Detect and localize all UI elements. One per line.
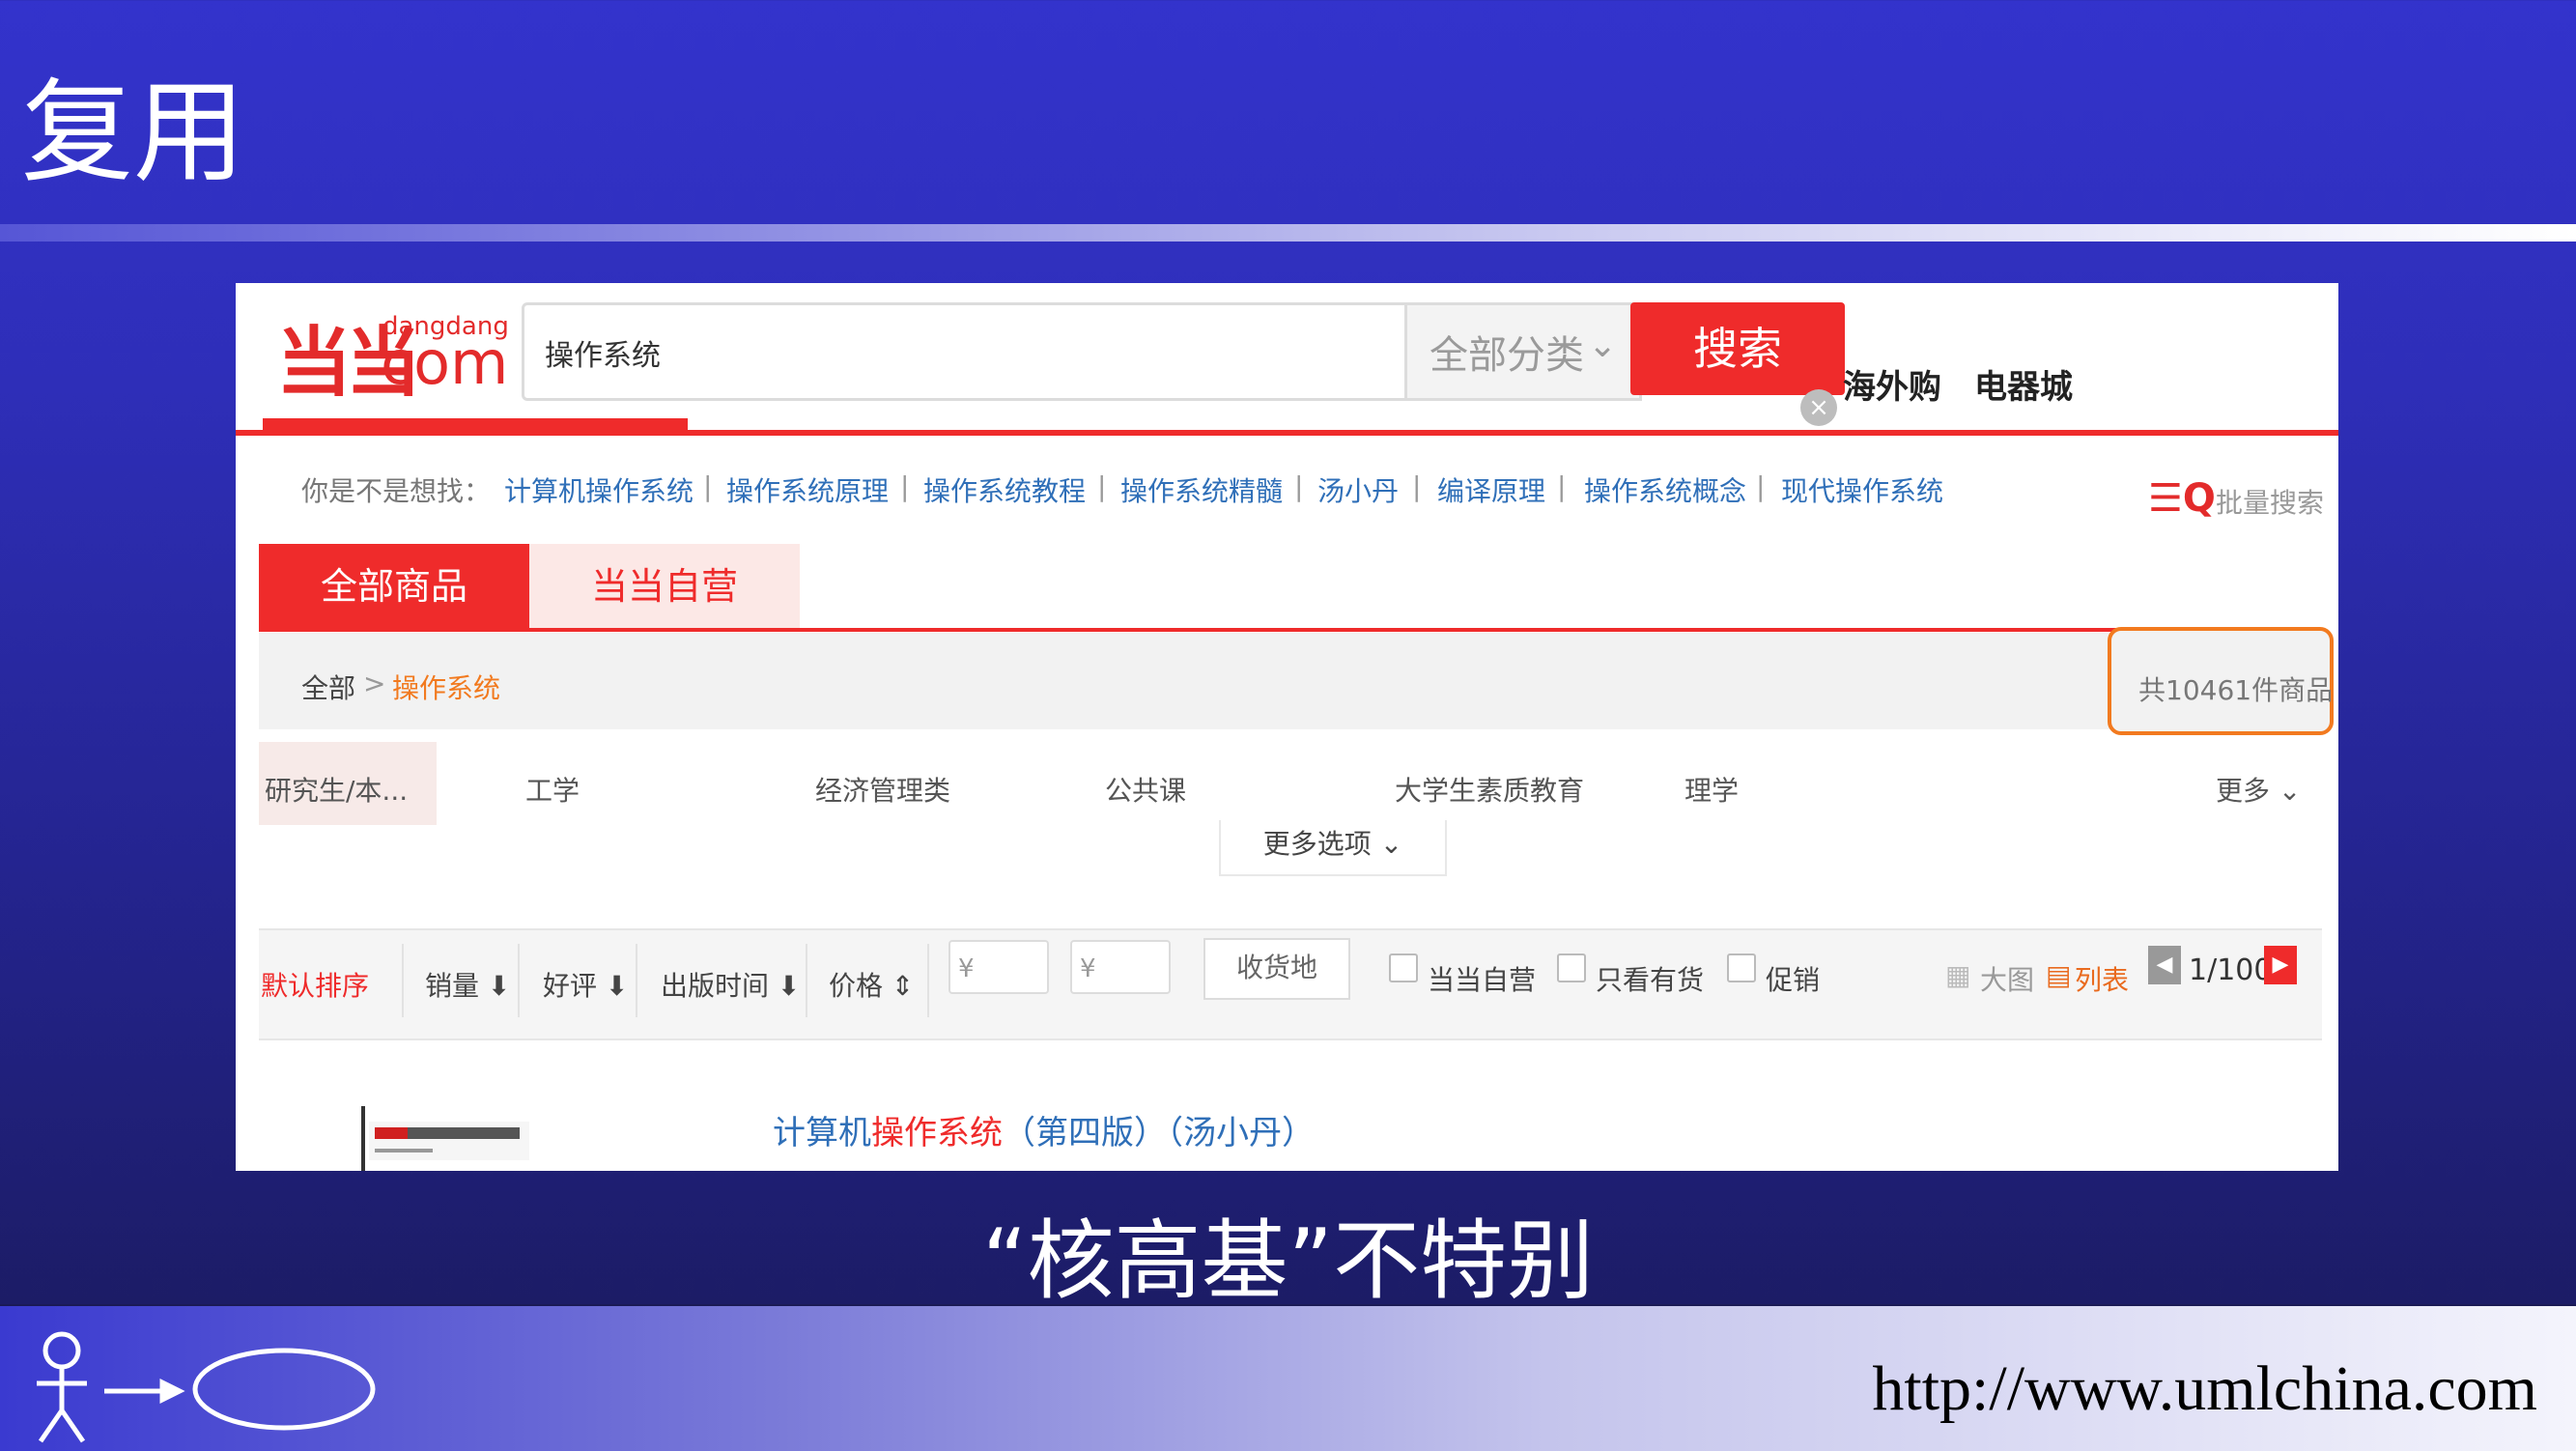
- tab-all-products[interactable]: 全部商品: [259, 544, 529, 629]
- more-options-label: 更多选项: [1262, 828, 1372, 860]
- facet-item[interactable]: 经济管理类: [815, 770, 950, 809]
- price-min-input[interactable]: ¥: [948, 940, 1049, 994]
- suggestion-separator: |: [900, 470, 910, 502]
- filter-promo-label: 促销: [1766, 964, 1821, 996]
- suggestion-lead: 你是不是想找：: [301, 475, 492, 507]
- sort-sales-label: 销量: [425, 970, 480, 1002]
- product-title-suffix: （第四版）（汤小丹）: [1003, 1114, 1315, 1152]
- facet-item[interactable]: 理学: [1684, 770, 1739, 809]
- sort-divider: [518, 944, 520, 1017]
- filter-in-stock-checkbox[interactable]: [1557, 953, 1586, 982]
- suggestion-separator: |: [1412, 470, 1422, 502]
- top-link-electronics[interactable]: 电器城: [1974, 360, 2073, 408]
- footer-url[interactable]: http://www.umlchina.com: [1872, 1352, 2537, 1426]
- suggestion-separator: |: [703, 470, 713, 502]
- title-divider: [0, 224, 2576, 242]
- tab-underline: [259, 628, 2322, 632]
- product-title-link[interactable]: 计算机操作系统（第四版）（汤小丹）: [773, 1106, 1315, 1153]
- sort-default[interactable]: 默认排序: [261, 965, 369, 1004]
- next-page-icon[interactable]: ▶: [2264, 946, 2297, 984]
- suggestion-link[interactable]: 编译原理: [1437, 470, 1545, 509]
- sort-rating-label: 好评: [543, 970, 598, 1002]
- grid-icon[interactable]: ▦: [1945, 959, 1970, 991]
- result-count: 共10461件商品: [2138, 674, 2334, 706]
- view-list-button[interactable]: 列表: [2075, 959, 2129, 998]
- suggestion-link[interactable]: 操作系统原理: [726, 470, 889, 509]
- filter-in-stock-label: 只看有货: [1596, 964, 1705, 996]
- close-icon[interactable]: ×: [1800, 389, 1837, 426]
- sort-rating[interactable]: 好评 ⬇: [543, 965, 628, 1004]
- view-big-button[interactable]: 大图: [1980, 959, 2034, 998]
- sort-divider: [402, 944, 404, 1017]
- search-input-value: 操作系统: [545, 339, 661, 373]
- suggestion-separator: |: [1294, 470, 1304, 502]
- sort-publish-date-label: 出版时间: [661, 970, 770, 1002]
- sort-divider: [636, 944, 637, 1017]
- breadcrumb-arrow: >: [363, 668, 386, 699]
- product-thumbnail-edge: [361, 1106, 365, 1171]
- breadcrumb-root[interactable]: 全部: [301, 668, 355, 706]
- slide-caption: “核高基”不特别: [981, 1210, 1595, 1312]
- chevron-down-icon: ⌄: [1371, 828, 1403, 860]
- product-title-prefix: 计算机: [773, 1114, 871, 1152]
- arrow-icon: [104, 1378, 185, 1405]
- chevron-down-icon: ⌄: [1588, 326, 1618, 365]
- more-facets-label: 更多: [2216, 775, 2271, 807]
- sort-price[interactable]: 价格 ⇕: [829, 965, 914, 1004]
- prev-page-icon[interactable]: ◀: [2148, 946, 2181, 984]
- chevron-down-icon: ⌄: [2270, 775, 2302, 807]
- suggestion-link[interactable]: 计算机操作系统: [504, 470, 694, 509]
- suggestion-separator: |: [1097, 470, 1107, 502]
- product-thumbnail-logo: [375, 1127, 408, 1139]
- ship-to-select[interactable]: 收货地: [1203, 938, 1350, 1000]
- slide-title: 复用: [21, 68, 245, 198]
- suggestion-link[interactable]: 操作系统概念: [1584, 470, 1746, 509]
- more-facets-button[interactable]: 更多 ⌄: [2216, 770, 2301, 809]
- sort-divider: [806, 944, 807, 1017]
- price-max-input[interactable]: ¥: [1070, 940, 1171, 994]
- suggestion-link[interactable]: 汤小丹: [1317, 470, 1399, 509]
- sort-price-label: 价格: [829, 970, 884, 1002]
- sort-divider: [927, 944, 929, 1017]
- facet-item[interactable]: 公共课: [1105, 770, 1186, 809]
- breadcrumb-current: 操作系统: [392, 672, 501, 704]
- suggestion-link[interactable]: 操作系统教程: [923, 470, 1086, 509]
- facet-item[interactable]: 研究生/本...: [265, 770, 408, 809]
- filter-self-checkbox[interactable]: [1389, 953, 1418, 982]
- page-indicator: 1/100: [2189, 953, 2273, 987]
- list-icon[interactable]: ▤: [2046, 959, 2071, 991]
- batch-search-link[interactable]: 批量搜索: [2216, 482, 2324, 521]
- search-button[interactable]: 搜索: [1630, 302, 1845, 395]
- umlchina-logo: [37, 1331, 376, 1443]
- product-thumbnail-subtitle: [375, 1149, 433, 1152]
- oval-icon: [192, 1348, 376, 1431]
- filter-self-label: 当当自营: [1428, 964, 1537, 996]
- suggestion-link[interactable]: 操作系统精髓: [1120, 470, 1283, 509]
- category-select-value: 全部分类: [1430, 333, 1584, 378]
- tab-dangdang-self[interactable]: 当当自营: [529, 544, 800, 629]
- facet-item[interactable]: 工学: [525, 770, 580, 809]
- header-divider: [236, 430, 2338, 436]
- breadcrumb: [259, 633, 2322, 729]
- suggestion-separator: |: [1756, 470, 1766, 502]
- dangdang-search-screenshot: 当当 dangdang com 操作系统 全部分类 ⌄ 搜索 × 海外购 电器城…: [236, 283, 2338, 1171]
- product-title-highlight: 操作系统: [871, 1114, 1003, 1152]
- more-options-button[interactable]: 更多选项 ⌄: [1219, 820, 1447, 876]
- slide-footer: http://www.umlchina.com: [0, 1304, 2576, 1451]
- sort-publish-date[interactable]: 出版时间 ⬇: [661, 965, 800, 1004]
- filter-promo-checkbox[interactable]: [1727, 953, 1756, 982]
- sort-sales[interactable]: 销量 ⬇: [425, 965, 510, 1004]
- stick-figure-icon: [37, 1331, 87, 1443]
- suggestion-link[interactable]: 现代操作系统: [1781, 470, 1943, 509]
- suggestion-separator: |: [1557, 470, 1567, 502]
- facet-item[interactable]: 大学生素质教育: [1395, 770, 1584, 809]
- batch-search-icon[interactable]: ☰Q: [2148, 476, 2216, 521]
- top-link-overseas[interactable]: 海外购: [1843, 360, 1941, 408]
- dangdang-logo-com: com: [381, 327, 509, 398]
